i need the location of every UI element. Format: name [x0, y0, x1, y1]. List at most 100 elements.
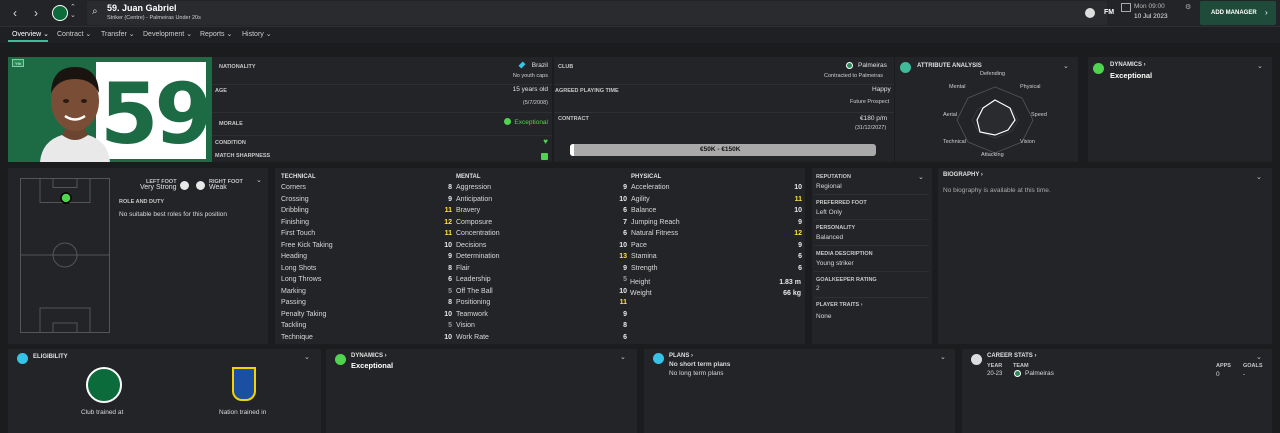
gear-icon[interactable]: ⚙ [1185, 3, 1191, 11]
physical-heading: PHYSICAL [631, 174, 662, 180]
attribute-row[interactable]: Composure 7 [456, 217, 627, 228]
add-manager-button[interactable]: ADD MANAGER › [1200, 1, 1276, 25]
attribute-row[interactable]: Stamina 6 [631, 251, 802, 262]
attribute-row[interactable]: Concentration 6 [456, 228, 627, 239]
attribute-row[interactable]: Agility 11 [631, 194, 802, 205]
attribute-row[interactable]: Work Rate 6 [456, 332, 627, 343]
tab-overview[interactable]: Overview ⌄ [12, 30, 49, 38]
attribute-row[interactable]: Aggression 9 [456, 182, 627, 193]
globe-icon[interactable] [1085, 8, 1095, 18]
dynamics-title[interactable]: DYNAMICS › [1110, 62, 1146, 68]
plans-title[interactable]: PLANS › [669, 353, 693, 359]
personality-label: PERSONALITY [816, 225, 856, 231]
career-team[interactable]: Palmeiras [1025, 370, 1054, 377]
biography-panel: BIOGRAPHY › ⌄ No biography is available … [938, 168, 1272, 344]
back-icon[interactable]: ‹ [7, 5, 23, 21]
tab-contract[interactable]: Contract ⌄ [57, 30, 91, 38]
attribute-row[interactable]: Tackling 5 [281, 320, 452, 331]
tab-transfer[interactable]: Transfer ⌄ [101, 30, 135, 38]
biography-title[interactable]: BIOGRAPHY › [943, 172, 983, 178]
attribute-row[interactable]: Teamwork 9 [456, 309, 627, 320]
palmeiras-crest-icon[interactable] [86, 367, 122, 403]
chevron-down-icon[interactable]: ⌄ [620, 353, 626, 361]
attribute-name: Strength [631, 264, 658, 272]
search-icon[interactable]: ⌕ [92, 6, 98, 17]
attribute-row[interactable]: Dribbling 11 [281, 205, 452, 216]
attribute-row[interactable]: Jumping Reach 9 [631, 217, 802, 228]
attribute-row[interactable]: Balance 10 [631, 205, 802, 216]
cbf-crest-icon[interactable] [232, 367, 256, 401]
attribute-row[interactable]: Determination 13 [456, 251, 627, 262]
attribute-row[interactable]: Decisions 10 [456, 240, 627, 251]
tab-history[interactable]: History ⌄ [242, 30, 272, 38]
attribute-row[interactable]: Marking 5 [281, 286, 452, 297]
career-stats-title[interactable]: CAREER STATS › [987, 353, 1036, 359]
attribute-row[interactable]: Anticipation 10 [456, 194, 627, 205]
attribute-row[interactable]: Leadership 5 [456, 274, 627, 285]
chevron-down-icon[interactable]: ⌄ [1256, 353, 1262, 361]
goals-header: GOALS [1243, 363, 1263, 369]
fm-logo[interactable]: FM [1104, 9, 1114, 16]
attribute-row[interactable]: Long Shots 8 [281, 263, 452, 274]
club-value[interactable]: Palmeiras [858, 62, 887, 69]
attribute-row[interactable]: Long Throws 6 [281, 274, 452, 285]
chevron-down-icon[interactable]: ⌄ [256, 176, 262, 184]
nationality-value[interactable]: Brazil [532, 62, 548, 69]
attribute-row[interactable]: Crossing 9 [281, 194, 452, 205]
attribute-row[interactable]: Vision 8 [456, 320, 627, 331]
chevron-down-icon[interactable]: ⌄ [1256, 173, 1262, 181]
nation-trained-label: Nation trained in [219, 409, 267, 416]
value-range-bar[interactable]: €50K - €150K [570, 144, 876, 156]
attribute-row[interactable]: Passing 8 [281, 297, 452, 308]
attribute-name: Marking [281, 287, 306, 295]
radar-label-physical: Physical [1020, 84, 1041, 90]
attribute-row[interactable]: Penalty Taking 10 [281, 309, 452, 320]
tab-reports[interactable]: Reports ⌄ [200, 30, 232, 38]
attribute-name: First Touch [281, 230, 316, 237]
attribute-row[interactable]: Acceleration 10 [631, 182, 802, 193]
attribute-row[interactable]: Free Kick Taking 10 [281, 240, 452, 251]
attribute-row[interactable]: Bravery 6 [456, 205, 627, 216]
attribute-row[interactable]: Positioning 11 [456, 297, 627, 308]
attribute-value: 10 [794, 207, 802, 214]
attribute-row[interactable]: Heading 9 [281, 251, 452, 262]
morale-value[interactable]: Exceptional [514, 119, 548, 126]
attribute-row[interactable]: Finishing 12 [281, 217, 452, 228]
club-crest-icon[interactable] [52, 5, 68, 21]
attribute-name: Tackling [281, 322, 307, 329]
forward-icon[interactable]: › [28, 5, 44, 21]
heart-icon: ♥ [543, 137, 548, 146]
menu-chevrons-icon[interactable]: ⌃ ⌄ [70, 4, 76, 20]
attribute-row[interactable]: Natural Fitness 12 [631, 228, 802, 239]
pitch-diagram [20, 178, 110, 333]
attribute-row[interactable]: Pace 9 [631, 240, 802, 251]
attribute-row[interactable]: Strength 6 [631, 263, 802, 274]
attribute-name: Pace [631, 241, 647, 249]
career-stats-title-text: CAREER STATS [987, 353, 1033, 359]
chevron-down-icon[interactable]: ⌄ [304, 353, 310, 361]
attribute-row[interactable]: Technique 10 [281, 332, 452, 343]
left-foot-icon [180, 181, 189, 190]
chevron-down-icon[interactable]: ⌄ [918, 173, 924, 181]
attribute-name: Leadership [456, 276, 491, 283]
attribute-row[interactable]: First Touch 11 [281, 228, 452, 239]
tab-development[interactable]: Development ⌄ [143, 30, 192, 38]
right-foot-icon [196, 181, 205, 190]
chevron-down-icon[interactable]: ⌄ [1257, 62, 1263, 70]
attribute-row[interactable]: Off The Ball 10 [456, 286, 627, 297]
attribute-value: 8 [448, 299, 452, 306]
club-badge-icon [1014, 370, 1021, 377]
search-bar[interactable] [87, 1, 1107, 25]
attribute-row[interactable]: Corners 8 [281, 182, 452, 193]
height-label: Height [630, 279, 651, 286]
chevron-down-icon[interactable]: ⌄ [1063, 62, 1069, 70]
player-traits-label[interactable]: PLAYER TRAITS › [816, 302, 863, 308]
weight-label: Weight [630, 290, 652, 297]
technical-heading: TECHNICAL [281, 174, 316, 180]
tab-bar: Overview ⌄ Contract ⌄ Transfer ⌄ Develop… [0, 27, 1280, 43]
chevron-down-icon[interactable]: ⌄ [940, 353, 946, 361]
radar-label-aerial: Aerial [943, 112, 958, 118]
dynamics-bottom-title[interactable]: DYNAMICS › [351, 353, 387, 359]
attribute-row[interactable]: Flair 9 [456, 263, 627, 274]
attribute-value: 5 [623, 276, 627, 283]
